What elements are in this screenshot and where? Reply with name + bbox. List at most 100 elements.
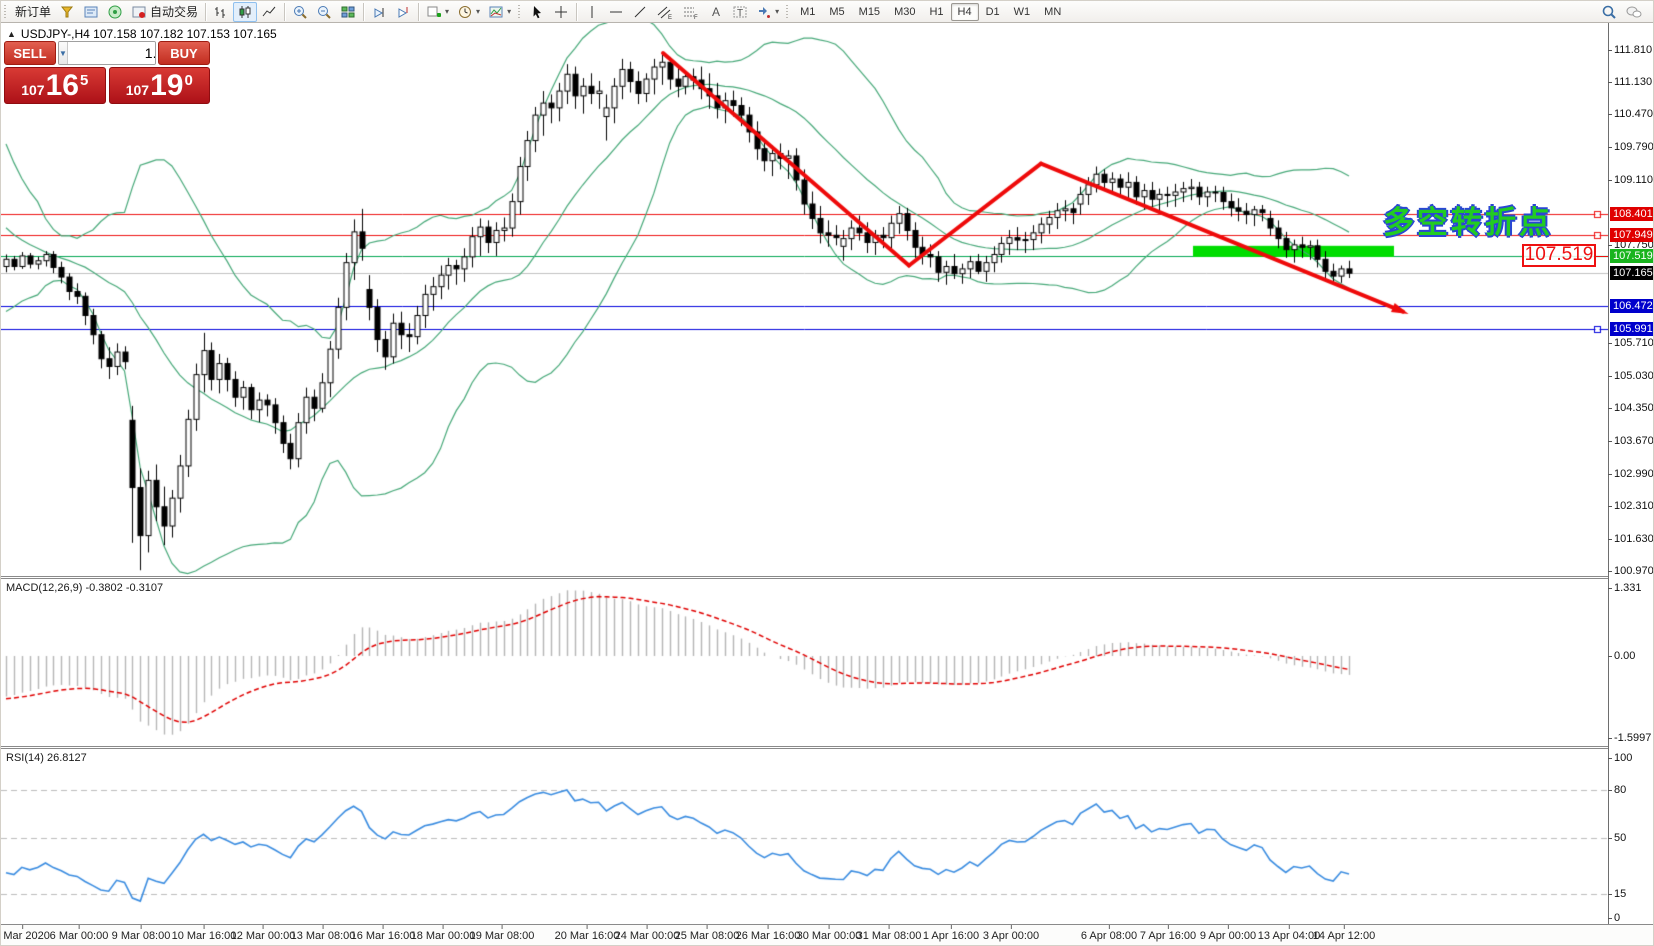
timeframe-m30[interactable]: M30 xyxy=(887,3,922,21)
indicators-button[interactable]: ▾ xyxy=(422,2,453,22)
trendline-button[interactable] xyxy=(628,2,652,22)
time-tick-label: 30 Mar 00:00 xyxy=(797,930,862,942)
tile-windows-button[interactable] xyxy=(336,2,360,22)
time-tick-label: 13 Apr 04:00 xyxy=(1258,930,1320,942)
sell-price-base: 107 xyxy=(21,82,44,98)
chart-bars-icon xyxy=(213,4,229,20)
toolbar-grip[interactable] xyxy=(785,4,790,20)
timeframe-m15[interactable]: M15 xyxy=(852,3,887,21)
volume-decrease-button[interactable]: ▼ xyxy=(59,42,68,64)
auto-scroll-button[interactable] xyxy=(367,2,391,22)
toolbar-separator xyxy=(576,3,577,21)
toolbar-grip[interactable] xyxy=(517,4,522,20)
navigator-icon xyxy=(107,4,123,20)
timeframe-mn[interactable]: MN xyxy=(1037,3,1068,21)
time-tick-label: 14 Apr 12:00 xyxy=(1313,930,1375,942)
navigator-button[interactable] xyxy=(103,2,127,22)
volume-control: ▼ ▲ xyxy=(58,41,156,65)
price-tick-label: 102.310 xyxy=(1614,500,1654,512)
price-tick-label: 102.990 xyxy=(1614,468,1654,480)
chart-line-button[interactable] xyxy=(257,2,281,22)
time-tick-label: 1 Apr 16:00 xyxy=(923,930,979,942)
price-axis[interactable]: 111.810111.130110.470109.790109.110107.7… xyxy=(1609,23,1654,924)
chart-candles-button[interactable] xyxy=(233,2,257,22)
templates-button[interactable]: ▾ xyxy=(484,2,515,22)
cursor-button[interactable] xyxy=(525,2,549,22)
price-badge: 105.991 xyxy=(1610,322,1654,336)
auto-scroll-icon xyxy=(371,4,387,20)
cursor-icon xyxy=(529,4,545,20)
sell-price-big: 16 xyxy=(46,71,79,101)
tile-windows-icon xyxy=(340,4,356,20)
dropdown-caret-icon: ▾ xyxy=(476,7,480,16)
symbol-collapse-icon[interactable]: ▲ xyxy=(7,29,16,39)
sell-button[interactable]: SELL xyxy=(4,41,56,65)
dropdown-caret-icon: ▾ xyxy=(775,7,779,16)
new-order-button[interactable]: 新订单 xyxy=(11,2,55,22)
periods-clock-icon xyxy=(457,4,473,20)
timeframe-w1[interactable]: W1 xyxy=(1007,3,1038,21)
price-chart-canvas[interactable] xyxy=(1,23,1608,924)
time-tick-label: 3 Apr 00:00 xyxy=(983,930,1039,942)
timeframe-h1[interactable]: H1 xyxy=(922,3,950,21)
time-tick-label: 16 Mar 16:00 xyxy=(351,930,416,942)
hline-icon xyxy=(608,4,624,20)
time-tick-label: 4 Mar 2020 xyxy=(0,930,50,942)
time-tick-label: 10 Mar 16:00 xyxy=(172,930,237,942)
price-tick-label: 109.110 xyxy=(1614,174,1653,186)
rsi-axis-label: 100 xyxy=(1614,752,1632,764)
timeframe-m5[interactable]: M5 xyxy=(822,3,851,21)
price-tick-label: 110.470 xyxy=(1614,108,1653,120)
autotrading-label: 自动交易 xyxy=(150,3,198,20)
volume-input[interactable] xyxy=(68,42,156,64)
price-tick-label: 111.810 xyxy=(1614,44,1652,56)
chat-button[interactable] xyxy=(1621,2,1647,22)
rsi-axis-label: 50 xyxy=(1614,832,1626,844)
price-tick-label: 105.030 xyxy=(1614,370,1654,382)
search-button[interactable] xyxy=(1597,2,1621,22)
buy-price-pip: 0 xyxy=(184,72,192,89)
timeframe-m1[interactable]: M1 xyxy=(793,3,822,21)
main-macd-pane-splitter[interactable] xyxy=(1,576,1608,579)
periods-button[interactable]: ▾ xyxy=(453,2,484,22)
crosshair-button[interactable] xyxy=(549,2,573,22)
rsi-label: RSI(14) 26.8127 xyxy=(6,752,87,764)
toolbar-separator xyxy=(205,3,206,21)
price-tick-label: 109.790 xyxy=(1614,141,1654,153)
market-watch-button[interactable] xyxy=(79,2,103,22)
buy-price-button[interactable]: 107190 xyxy=(109,67,211,104)
arrows-button[interactable]: ▾ xyxy=(752,2,783,22)
price-callout-label[interactable]: 107.519 xyxy=(1522,244,1596,267)
toolbar-separator xyxy=(418,3,419,21)
horizontal-line-button[interactable] xyxy=(604,2,628,22)
buy-button[interactable]: BUY xyxy=(158,41,210,65)
autotrading-button[interactable]: 自动交易 xyxy=(127,2,202,22)
indicators-add-icon xyxy=(426,4,442,20)
sell-price-button[interactable]: 107165 xyxy=(4,67,106,104)
time-tick-label: 9 Mar 08:00 xyxy=(112,930,171,942)
time-tick-label: 12 Mar 00:00 xyxy=(231,930,296,942)
timeframe-h4[interactable]: H4 xyxy=(951,3,979,21)
text-label-button[interactable]: T xyxy=(728,2,752,22)
crosshair-icon xyxy=(553,4,569,20)
chart-shift-button[interactable] xyxy=(391,2,415,22)
timeframe-d1[interactable]: D1 xyxy=(979,3,1007,21)
time-axis[interactable]: 4 Mar 20206 Mar 00:009 Mar 08:0010 Mar 1… xyxy=(1,924,1654,946)
zoom-out-button[interactable] xyxy=(312,2,336,22)
toolbar-grip[interactable] xyxy=(3,4,8,20)
funnel-button[interactable] xyxy=(55,2,79,22)
time-tick-label: 6 Mar 00:00 xyxy=(50,930,109,942)
fibonacci-button[interactable]: F xyxy=(678,2,704,22)
vertical-line-button[interactable] xyxy=(580,2,604,22)
zoom-out-icon xyxy=(316,4,332,20)
text-button[interactable]: A xyxy=(704,2,728,22)
chart-bars-button[interactable] xyxy=(209,2,233,22)
zoom-in-button[interactable] xyxy=(288,2,312,22)
toolbar-separator xyxy=(284,3,285,21)
macd-rsi-pane-splitter[interactable] xyxy=(1,746,1608,749)
time-tick-label: 18 Mar 00:00 xyxy=(411,930,476,942)
symbol-title: ▲ USDJPY-,H4 107.158 107.182 107.153 107… xyxy=(7,27,277,41)
channel-button[interactable]: E xyxy=(652,2,678,22)
timeframe-bar: M1M5M15M30H1H4D1W1MN xyxy=(793,3,1068,21)
channel-icon: E xyxy=(656,4,674,20)
